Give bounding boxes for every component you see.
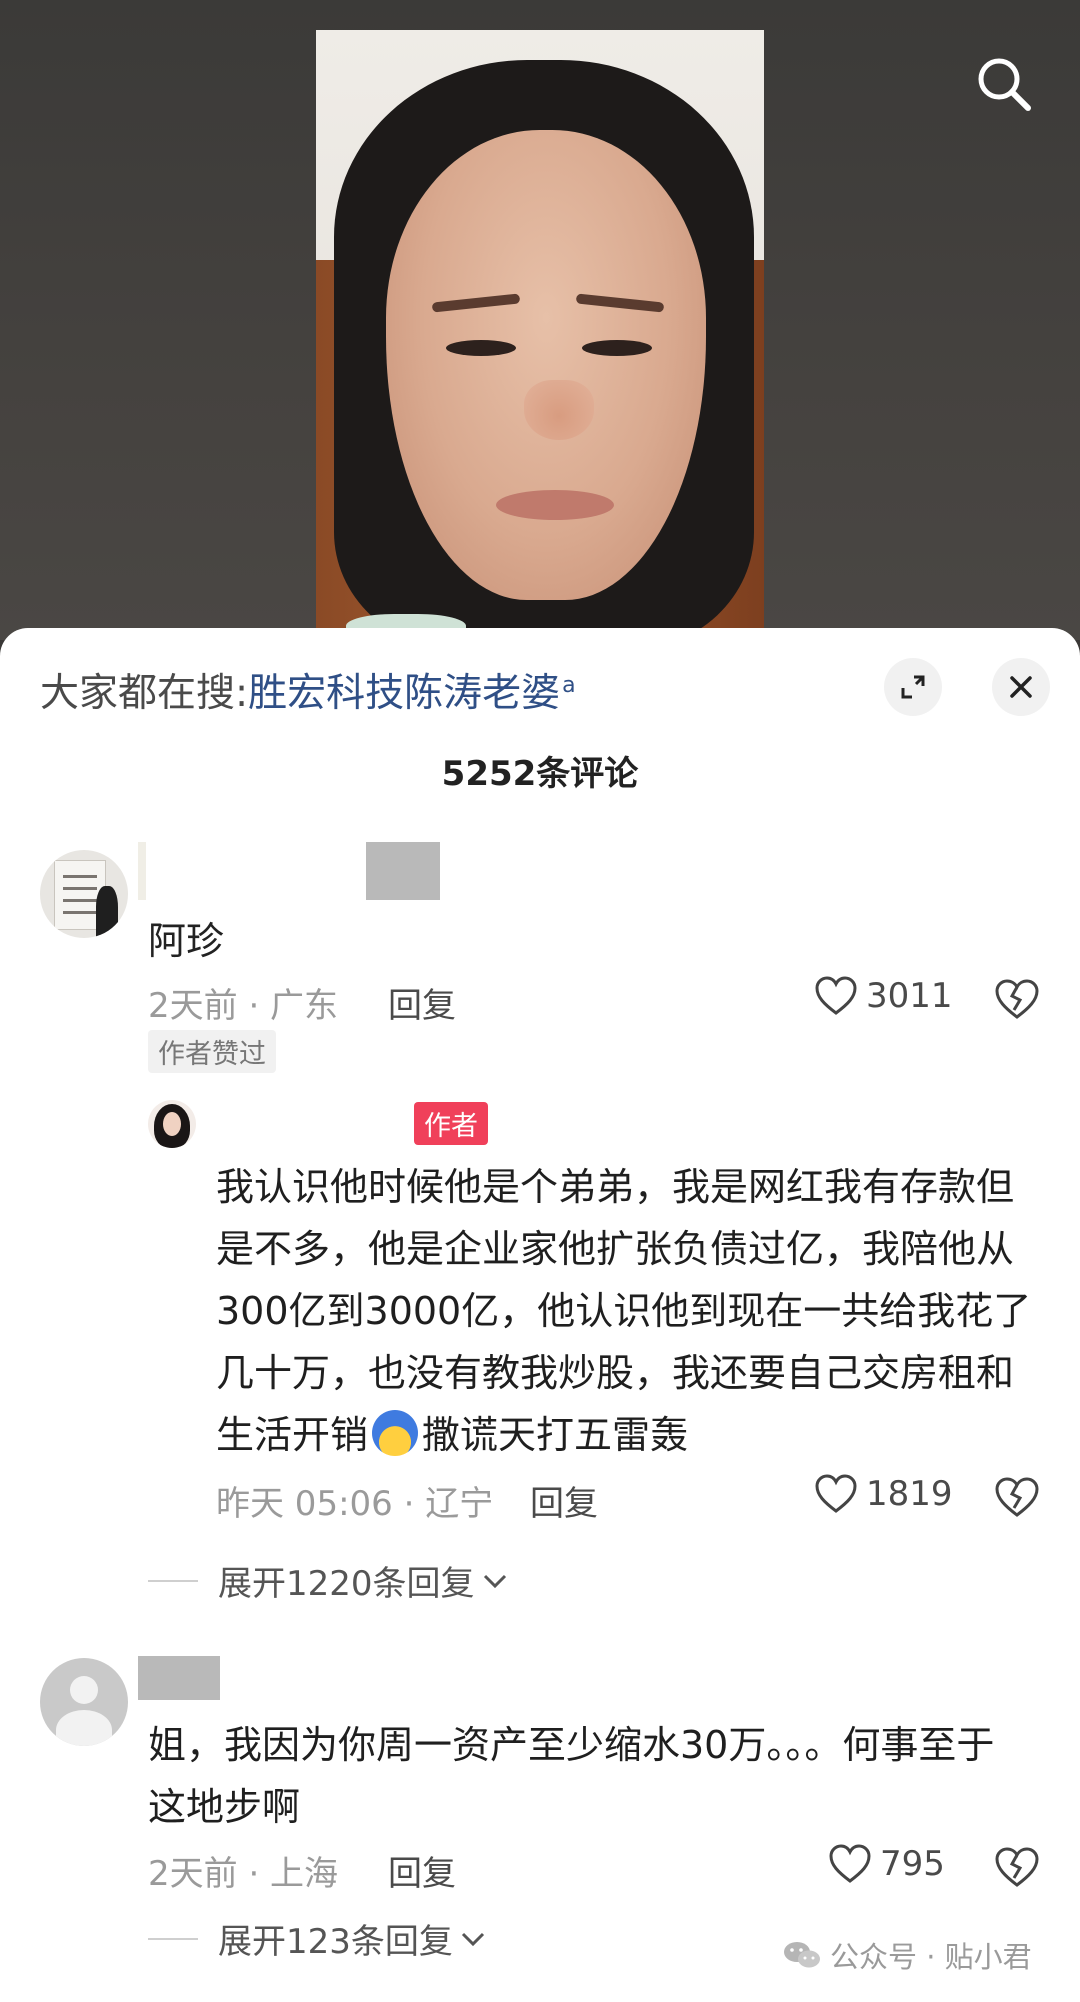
- search-button[interactable]: [970, 50, 1040, 120]
- author-badge: 作者: [414, 1102, 488, 1145]
- right-brow: [575, 293, 665, 313]
- redacted-block: [138, 1656, 220, 1700]
- avatar[interactable]: [40, 1658, 128, 1746]
- comment-time-location: 2天前 · 广东: [148, 986, 339, 1026]
- heart-icon: [815, 976, 857, 1015]
- heart-icon: [829, 1844, 871, 1883]
- nose: [524, 380, 594, 440]
- dislike-button[interactable]: [994, 1476, 1040, 1522]
- broken-heart-icon: [995, 1847, 1039, 1887]
- reply-text-end: 撒谎天打五雷轰: [422, 1413, 689, 1457]
- broken-heart-icon: [995, 1477, 1039, 1517]
- left-eye: [446, 340, 516, 356]
- chevron-down-icon: [483, 1574, 506, 1588]
- like-button[interactable]: 3011: [814, 976, 953, 1016]
- avatar-person: [96, 886, 118, 938]
- default-avatar-body: [56, 1710, 112, 1746]
- expand-replies-label: 展开1220条回复: [218, 1564, 475, 1604]
- comment-panel: 大家都在搜:胜宏科技陈涛老婆𝖺 5252条评论 阿珍 2天前 · 广东 回复 3…: [0, 628, 1080, 2002]
- like-count: 1819: [866, 1474, 953, 1514]
- watermark-text: 公众号 · 贴小君: [830, 1940, 1032, 1974]
- like-button[interactable]: 1819: [814, 1474, 953, 1514]
- like-button[interactable]: 795: [828, 1844, 945, 1884]
- search-icon: [978, 58, 1031, 111]
- right-eye: [582, 340, 652, 356]
- search-small-icon: 𝖺: [562, 673, 576, 698]
- author-avatar-face: [163, 1112, 181, 1136]
- close-icon: [1010, 676, 1032, 698]
- avatar[interactable]: [40, 850, 128, 938]
- reply-text: 我认识他时候他是个弟弟，我是网红我有存款但是不多，他是企业家他扩张负债过亿，我陪…: [216, 1156, 1036, 1466]
- redacted-block: [366, 842, 440, 900]
- dislike-button[interactable]: [994, 1846, 1040, 1892]
- watermark: 公众号 · 贴小君: [782, 1934, 1032, 1976]
- comment-text: 姐，我因为你周一资产至少缩水30万。。。何事至于这地步啊: [148, 1723, 995, 1829]
- search-suggestion[interactable]: 大家都在搜:胜宏科技陈涛老婆𝖺: [40, 662, 576, 718]
- expand-divider: [148, 1579, 198, 1582]
- default-avatar-head: [70, 1676, 98, 1704]
- author-avatar[interactable]: [148, 1100, 196, 1148]
- author-liked-badge: 作者赞过: [148, 1030, 276, 1073]
- search-suggestion-keyword[interactable]: 胜宏科技陈涛老婆: [248, 671, 560, 716]
- expand-replies-button[interactable]: 展开1220条回复: [148, 1556, 509, 1605]
- redacted-block: [138, 842, 146, 900]
- reply-button[interactable]: 回复: [388, 1846, 456, 1895]
- heart-icon: [815, 1474, 857, 1513]
- expand-replies-button[interactable]: 展开123条回复: [148, 1914, 487, 1963]
- expand-panel-button[interactable]: [884, 658, 942, 716]
- search-suggestion-prefix: 大家都在搜:: [40, 671, 249, 716]
- comment-time-location: 2天前 · 上海: [148, 1854, 339, 1894]
- reply-button[interactable]: 回复: [388, 978, 456, 1027]
- shocked-emoji-icon: [372, 1410, 419, 1456]
- expand-replies-label: 展开123条回复: [218, 1922, 453, 1962]
- expand-divider: [148, 1937, 198, 1940]
- dislike-button[interactable]: [994, 978, 1040, 1024]
- left-brow: [431, 293, 521, 313]
- like-count: 795: [880, 1844, 945, 1884]
- broken-heart-icon: [995, 979, 1039, 1019]
- video-player[interactable]: [316, 30, 764, 640]
- like-count: 3011: [866, 976, 953, 1016]
- video-person-face: [386, 130, 706, 600]
- comment-count-title: 5252条评论: [441, 754, 639, 794]
- reply-button[interactable]: 回复: [530, 1476, 598, 1525]
- lips: [496, 490, 614, 520]
- expand-icon: [901, 675, 925, 699]
- reply-time-location: 昨天 05:06 · 辽宁: [216, 1484, 494, 1524]
- chevron-down-icon: [461, 1932, 484, 1946]
- close-panel-button[interactable]: [992, 658, 1050, 716]
- comment-text: 阿珍: [148, 919, 225, 963]
- wechat-icon: [784, 1942, 820, 1968]
